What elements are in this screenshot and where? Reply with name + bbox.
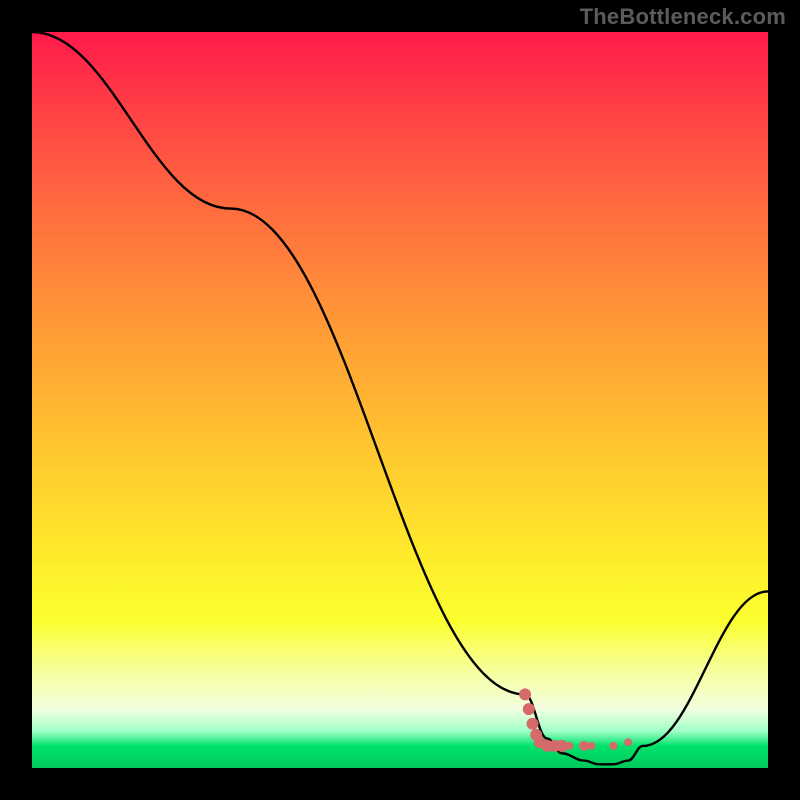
watermark-text: TheBottleneck.com (580, 4, 786, 30)
highlight-point (519, 688, 531, 700)
chart-svg (32, 32, 768, 768)
highlight-point (609, 742, 617, 750)
highlight-point (587, 742, 595, 750)
highlight-point (565, 742, 573, 750)
chart-frame: TheBottleneck.com (0, 0, 800, 800)
highlight-point (624, 738, 632, 746)
highlight-markers (519, 688, 632, 752)
highlight-point (523, 703, 535, 715)
highlight-point (527, 718, 539, 730)
plot-area (32, 32, 768, 768)
bottleneck-curve-path (32, 32, 768, 764)
